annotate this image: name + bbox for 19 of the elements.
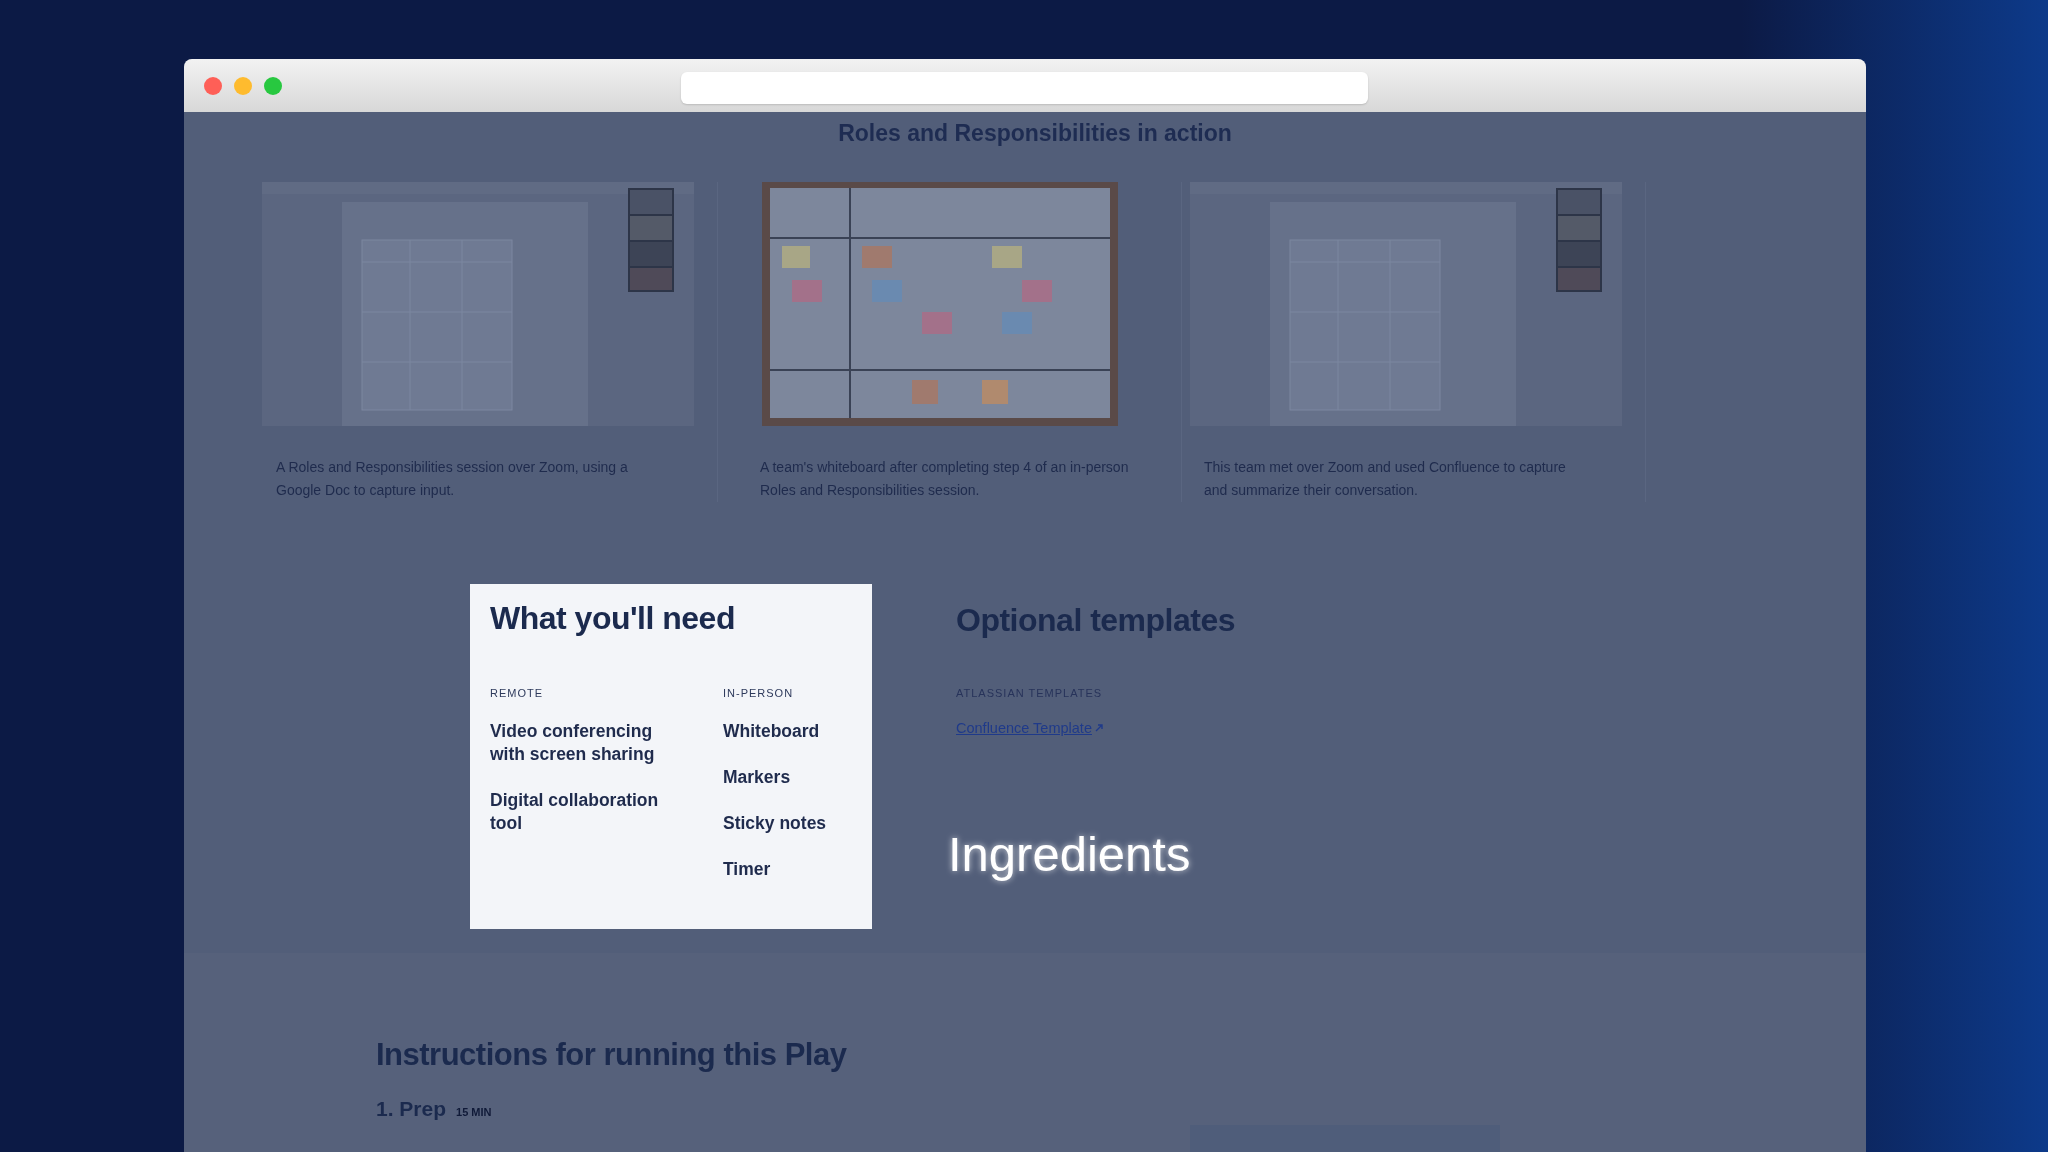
external-link-icon xyxy=(1094,724,1103,732)
address-bar[interactable] xyxy=(681,72,1368,104)
needed-item: Video conferencing with screen sharing xyxy=(490,720,656,766)
window-button[interactable] xyxy=(234,76,252,95)
section-title: Instructions for running this Play xyxy=(376,1037,848,1073)
needed-item: Markers xyxy=(723,766,792,789)
video-caption: Ingredients xyxy=(948,826,1191,882)
column-heading: IN-PERSON xyxy=(723,687,795,699)
needed-item: Timer xyxy=(723,858,772,881)
window-button[interactable] xyxy=(264,76,282,95)
duration-label: 15 MIN xyxy=(456,1106,492,1118)
section-title: Optional templates xyxy=(956,602,1237,639)
panel-title: What you'll need xyxy=(490,600,736,637)
needed-item: Sticky notes xyxy=(723,812,827,835)
step-title: 1. Prep xyxy=(376,1097,447,1121)
window-button[interactable] xyxy=(204,76,222,95)
column-heading: REMOTE xyxy=(490,687,545,699)
needed-item: Whiteboard xyxy=(723,720,821,743)
needed-item: Digital collaboration tool xyxy=(490,789,660,835)
